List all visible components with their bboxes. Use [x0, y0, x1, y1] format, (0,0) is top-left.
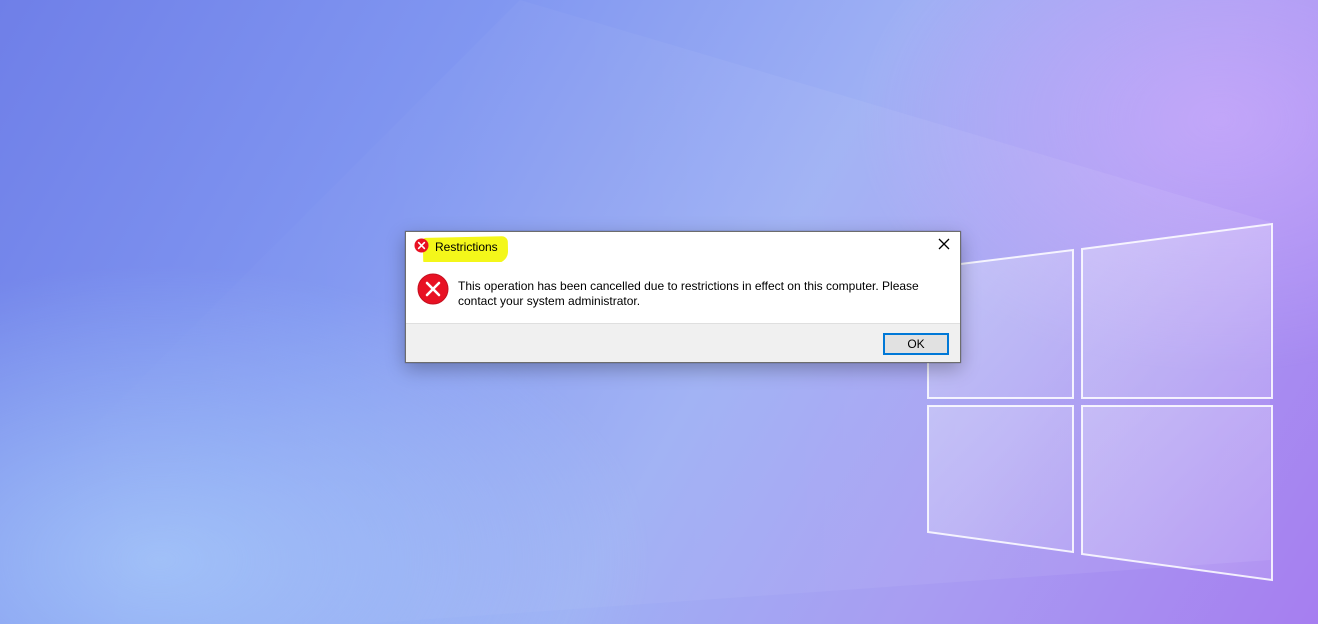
ok-button[interactable]: OK	[883, 333, 949, 355]
dialog-titlebar[interactable]: Restrictions	[406, 232, 960, 265]
dialog-title: Restrictions	[435, 240, 498, 254]
close-icon	[938, 237, 950, 255]
error-icon	[414, 238, 429, 253]
error-icon	[417, 273, 449, 305]
close-button[interactable]	[928, 232, 960, 260]
restrictions-dialog: Restrictions This operation has been can…	[405, 231, 961, 363]
dialog-content: This operation has been cancelled due to…	[406, 262, 960, 323]
dialog-message: This operation has been cancelled due to…	[458, 279, 919, 308]
dialog-footer: OK	[406, 323, 960, 362]
